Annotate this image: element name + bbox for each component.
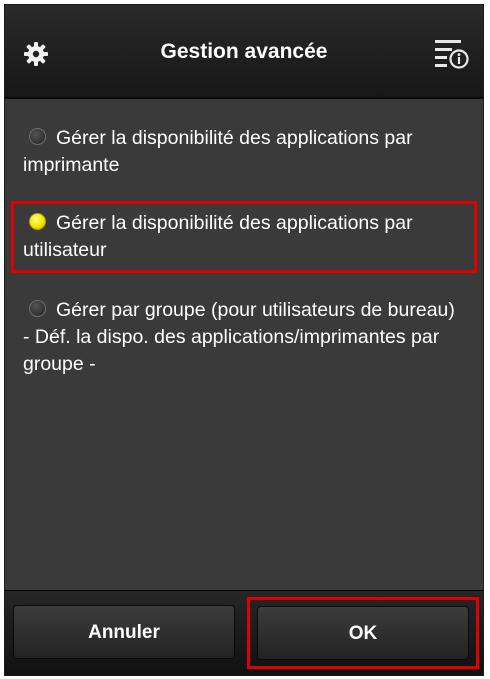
info-menu-icon[interactable] [433,37,469,69]
cancel-button[interactable]: Annuler [13,605,235,659]
radio-button-checked[interactable] [29,213,46,230]
ok-button[interactable]: OK [257,606,469,660]
page-title: Gestion avancée [160,40,328,63]
options-list: Gérer la disponibilité des applications … [5,117,483,386]
option-per-printer[interactable]: Gérer la disponibilité des applications … [11,117,477,187]
option-label: Gérer la disponibilité des applications … [23,212,413,261]
radio-button[interactable] [29,128,46,145]
dialog-frame: Gestion avancée Gérer la disponibilité d… [4,4,484,676]
footer-bar: Annuler OK [5,590,483,675]
option-label: Gérer la disponibilité des applications … [23,127,413,176]
radio-button[interactable] [29,300,46,317]
ok-highlight: OK [247,597,479,669]
option-label: Gérer par groupe (pour utilisateurs de b… [56,299,455,321]
header-bar: Gestion avancée [5,5,483,99]
option-sublabel: - Déf. la dispo. des applications/imprim… [23,326,440,375]
option-per-group[interactable]: Gérer par groupe (pour utilisateurs de b… [11,289,477,386]
option-per-user[interactable]: Gérer la disponibilité des applications … [11,201,477,273]
